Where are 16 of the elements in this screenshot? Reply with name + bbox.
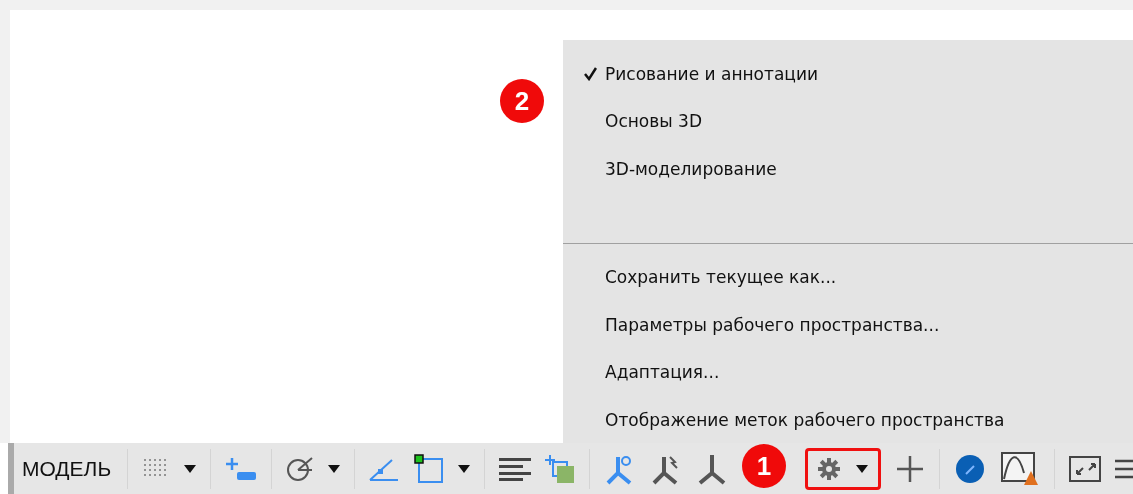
menu-item[interactable]: Рисование и аннотации [563,50,1133,98]
caret-icon[interactable] [183,464,196,473]
menu-item[interactable]: Сохранить текущее как... [563,253,1133,301]
menu-item[interactable]: Адаптация... [563,348,1133,396]
menu-item[interactable]: 3D-моделирование [563,145,1133,193]
checkmark-icon [583,66,597,81]
menu-item[interactable]: Отображение меток рабочего пространства [563,396,1133,444]
caret-icon [856,464,869,473]
plus-icon[interactable] [895,453,926,484]
fullscreen-icon[interactable] [1069,455,1101,482]
menu-item[interactable]: Основы 3D [563,97,1133,145]
menu-item[interactable]: Параметры рабочего пространства... [563,301,1133,349]
caret-icon[interactable] [458,464,471,473]
model-tab[interactable]: МОДЕЛЬ [20,456,114,481]
workspace-button[interactable] [805,447,882,490]
caret-icon[interactable] [327,464,340,473]
